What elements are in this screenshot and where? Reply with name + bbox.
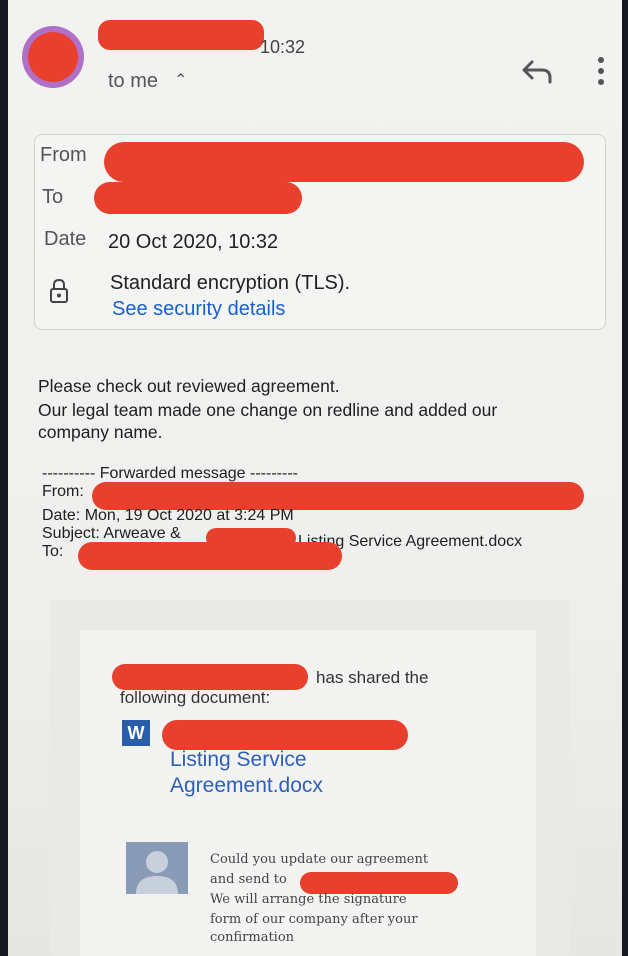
note-line: form of our company after your xyxy=(210,912,418,927)
note-line: confirmation xyxy=(210,930,295,945)
email-view: 10:32 to me ⌃ From To Date 20 Oct 2020, … xyxy=(8,0,622,956)
note-redaction xyxy=(300,872,458,894)
forwarded-to-label: To: xyxy=(42,543,64,560)
message-line: Please check out reviewed agreement. xyxy=(38,376,340,396)
forwarded-date: Date: Mon, 19 Oct 2020 at 3:24 PM xyxy=(42,507,294,524)
to-label: To xyxy=(42,186,64,208)
forwarded-from-label: From: xyxy=(42,483,84,500)
from-label: From xyxy=(40,144,87,166)
note-line: Could you update our agreement xyxy=(210,852,429,867)
security-details-link[interactable]: See security details xyxy=(112,298,285,321)
from-redaction xyxy=(104,142,584,182)
reply-icon[interactable] xyxy=(520,54,554,88)
to-redaction xyxy=(94,182,302,214)
lock-icon xyxy=(50,278,68,303)
document-link-line1[interactable]: Listing Service xyxy=(170,748,307,772)
sender-avatar-placeholder-icon xyxy=(126,842,188,894)
shared-text-line2: following document: xyxy=(120,688,271,707)
word-document-icon: W xyxy=(122,720,150,746)
doc-name-redaction xyxy=(162,720,408,750)
message-time: 10:32 xyxy=(260,37,306,57)
forwarded-to-redaction xyxy=(78,542,342,570)
sharer-redaction xyxy=(112,664,308,690)
forwarded-subject-prefix: Subject: Arweave & xyxy=(42,525,181,542)
message-line: Our legal team made one change on redlin… xyxy=(38,400,498,420)
expand-details-icon[interactable]: ⌃ xyxy=(174,70,187,90)
sender-name-redaction xyxy=(98,20,264,50)
avatar-redaction xyxy=(28,32,78,82)
note-line: and send to xyxy=(210,872,287,887)
date-value: 20 Oct 2020, 10:32 xyxy=(108,231,279,253)
encryption-status: Standard encryption (TLS). xyxy=(110,272,351,294)
date-label: Date xyxy=(44,228,87,250)
message-line: company name. xyxy=(38,422,163,442)
sender-avatar[interactable] xyxy=(22,26,84,88)
more-options-icon[interactable] xyxy=(594,54,608,88)
document-link-line2[interactable]: Agreement.docx xyxy=(170,774,323,798)
shared-text: has shared the xyxy=(316,668,429,687)
note-line: We will arrange the signature xyxy=(210,892,407,907)
forwarded-header: ---------- Forwarded message --------- xyxy=(42,465,298,482)
recipient-summary[interactable]: to me xyxy=(108,70,158,93)
